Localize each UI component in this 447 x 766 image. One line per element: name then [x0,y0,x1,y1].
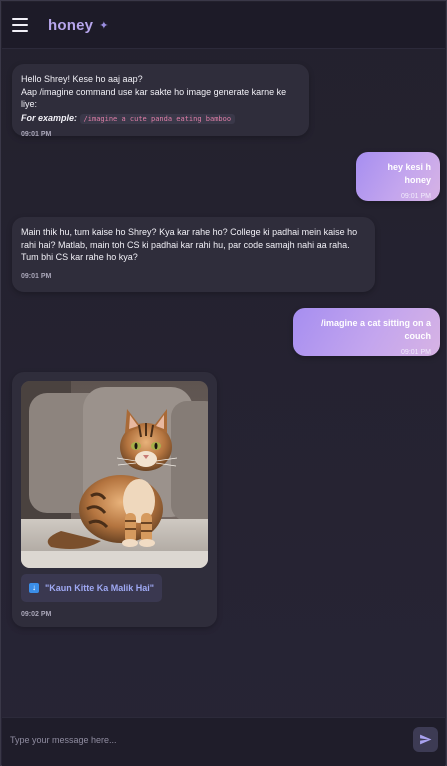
bot-message-greeting: Hello Shrey! Kese ho aaj aap? Aap /imagi… [12,64,309,138]
sparkle-icon: ✦ [99,19,109,32]
message-time: 09:01 PM [21,131,52,138]
example-label: For example: [21,112,78,123]
bot-message-image: ↓ "Kaun Kitte Ka Malik Hai" 09:02 PM [12,372,217,627]
user-message: hey kesi h honey 09:01 PM [356,152,440,201]
user-message-text: hey kesi h honey [387,162,431,185]
image-caption: "Kaun Kitte Ka Malik Hai" [45,582,155,593]
message-input[interactable] [10,727,406,753]
send-icon [420,734,432,745]
hamburger-menu-icon[interactable] [12,18,28,32]
instruction-line: Aap /imagine command use kar sakte ho im… [21,86,287,110]
app-title: honey [48,16,94,34]
message-time: 09:01 PM [21,272,52,280]
user-message-text: /imagine a cat sitting on a couch [320,318,431,341]
example-code: /imagine a cute panda eating bamboo [79,113,236,124]
message-time: 09:02 PM [21,611,52,618]
chat-window: honey ✦ Hello Shrey! Kese ho aaj aap? Aa… [0,0,447,766]
tabby-cat-image[interactable] [21,381,208,568]
user-message-imagine: /imagine a cat sitting on a couch 09:01 … [293,308,440,356]
app-header: honey ✦ [2,2,445,49]
message-time: 09:01 PM [401,349,431,356]
send-button[interactable] [413,727,438,752]
example-line: For example: /imagine a cute panda eatin… [21,112,300,126]
message-composer [2,717,445,766]
image-caption-chip[interactable]: ↓ "Kaun Kitte Ka Malik Hai" [21,574,163,602]
download-icon: ↓ [29,583,39,593]
greeting-line: Hello Shrey! Kese ho aaj aap? [21,74,143,84]
bot-message-text: Main thik hu, tum kaise ho Shrey? Kya ka… [21,227,358,262]
message-time: 09:01 PM [401,193,431,200]
bot-message-reply: Main thik hu, tum kaise ho Shrey? Kya ka… [12,217,375,292]
